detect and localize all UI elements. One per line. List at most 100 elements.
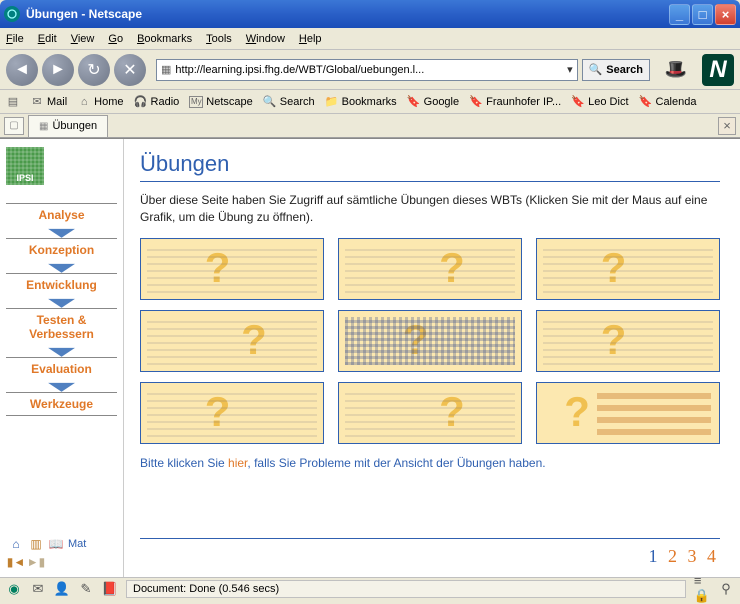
exercise-thumb-2[interactable] bbox=[338, 238, 522, 300]
print-button[interactable]: 🎩 bbox=[664, 58, 688, 82]
folder-icon: 📁 bbox=[325, 96, 339, 108]
divider-bottom bbox=[140, 538, 720, 539]
titlebar: Übungen - Netscape _ □ × bbox=[0, 0, 740, 28]
address-bar[interactable]: ▦ http://learning.ipsi.fhg.de/WBT/Global… bbox=[156, 59, 578, 81]
close-button[interactable]: × bbox=[715, 4, 736, 25]
forward-button[interactable]: ► bbox=[42, 54, 74, 86]
page-link-4[interactable]: 4 bbox=[707, 546, 716, 566]
status-message: Document: Done (0.546 secs) bbox=[126, 580, 686, 598]
page-current: 1 bbox=[649, 546, 658, 566]
my-icon: My bbox=[189, 96, 203, 108]
bm-handle[interactable]: ▤ bbox=[6, 96, 20, 108]
search-icon: 🔍 bbox=[263, 96, 277, 108]
bm-netscape[interactable]: MyNetscape bbox=[189, 96, 252, 108]
menu-edit[interactable]: Edit bbox=[38, 33, 57, 45]
exercise-thumb-8[interactable] bbox=[338, 382, 522, 444]
sidebar-tools: ⌂ ▥ 📖 Mat ▮◄ ►▮ bbox=[8, 537, 86, 569]
bm-leo[interactable]: 🔖Leo Dict bbox=[571, 96, 628, 108]
mail-status-icon[interactable]: ✉ bbox=[30, 581, 46, 597]
exercise-thumb-3[interactable] bbox=[536, 238, 720, 300]
divider bbox=[140, 181, 720, 182]
mail-icon: ✉ bbox=[30, 96, 44, 108]
netscape-status-icon[interactable]: ◉ bbox=[6, 581, 22, 597]
bm-google[interactable]: 🔖Google bbox=[407, 96, 459, 108]
radio-icon: 🎧 bbox=[134, 96, 148, 108]
sidebar-item-testen[interactable]: Testen & Verbessern bbox=[6, 308, 117, 345]
minimize-button[interactable]: _ bbox=[669, 4, 690, 25]
help-link[interactable]: hier bbox=[228, 456, 247, 470]
menu-file[interactable]: File bbox=[6, 33, 24, 45]
help-text: Bitte klicken Sie hier, falls Sie Proble… bbox=[140, 456, 720, 470]
chevron-down-icon: ▾ bbox=[48, 346, 75, 356]
netscape-logo-icon[interactable]: N bbox=[702, 54, 734, 86]
tab-close-button[interactable]: × bbox=[718, 117, 736, 135]
exercise-grid bbox=[140, 238, 720, 444]
search-label: Search bbox=[606, 64, 643, 76]
netscape-small-icon bbox=[4, 6, 20, 22]
exercise-thumb-7[interactable] bbox=[140, 382, 324, 444]
pager: 1 2 3 4 bbox=[649, 546, 717, 567]
tool-mat[interactable]: Mat bbox=[68, 538, 86, 550]
tool-book-icon[interactable]: 📖 bbox=[48, 537, 64, 551]
menu-help[interactable]: Help bbox=[299, 33, 322, 45]
composer-status-icon[interactable]: ✎ bbox=[78, 581, 94, 597]
menu-view[interactable]: View bbox=[71, 33, 95, 45]
chevron-down-icon: ▾ bbox=[48, 297, 75, 307]
exercise-thumb-6[interactable] bbox=[536, 310, 720, 372]
page-link-2[interactable]: 2 bbox=[668, 546, 677, 566]
window-title: Übungen - Netscape bbox=[26, 7, 669, 21]
chevron-down-icon: ▾ bbox=[48, 227, 75, 237]
site-icon: ▦ bbox=[161, 63, 171, 76]
bm-mail[interactable]: ✉Mail bbox=[30, 96, 67, 108]
tool-prev-icon[interactable]: ▮◄ bbox=[8, 555, 24, 569]
reload-button[interactable]: ↻ bbox=[78, 54, 110, 86]
status-bar: ◉ ✉ 👤 ✎ 📕 Document: Done (0.546 secs) ≡🔒… bbox=[0, 577, 740, 599]
buddy-status-icon[interactable]: 👤 bbox=[54, 581, 70, 597]
tab-icon: ▦ bbox=[39, 121, 48, 132]
menu-tools[interactable]: Tools bbox=[206, 33, 232, 45]
exercise-thumb-4[interactable] bbox=[140, 310, 324, 372]
back-button[interactable]: ◄ bbox=[6, 54, 38, 86]
stop-button[interactable]: ✕ bbox=[114, 54, 146, 86]
bm-search[interactable]: 🔍Search bbox=[263, 96, 315, 108]
tab-uebungen[interactable]: ▦ Übungen bbox=[28, 115, 108, 137]
tool-home-icon[interactable]: ⌂ bbox=[8, 537, 24, 551]
exercise-thumb-1[interactable] bbox=[140, 238, 324, 300]
tool-next-icon[interactable]: ►▮ bbox=[28, 555, 44, 569]
bookmark-icon: 🔖 bbox=[469, 96, 483, 108]
search-button[interactable]: 🔍 Search bbox=[582, 59, 650, 81]
nav-toolbar: ◄ ► ↻ ✕ ▦ http://learning.ipsi.fhg.de/WB… bbox=[0, 50, 740, 90]
search-icon: 🔍 bbox=[589, 63, 603, 76]
exercise-thumb-9[interactable] bbox=[536, 382, 720, 444]
chevron-down-icon: ▾ bbox=[48, 262, 75, 272]
addressbook-status-icon[interactable]: 📕 bbox=[102, 581, 118, 597]
bm-radio[interactable]: 🎧Radio bbox=[134, 96, 180, 108]
content-area: IPSI Analyse ▾ Konzeption ▾ Entwicklung … bbox=[0, 138, 740, 577]
new-tab-button[interactable]: ▢ bbox=[4, 117, 24, 135]
menu-go[interactable]: Go bbox=[108, 33, 123, 45]
bm-home[interactable]: ⌂Home bbox=[77, 96, 123, 108]
tool-sitemap-icon[interactable]: ▥ bbox=[28, 537, 44, 551]
page-title: Übungen bbox=[140, 151, 720, 177]
bookmark-icon: 🔖 bbox=[571, 96, 585, 108]
tab-label: Übungen bbox=[52, 120, 97, 132]
chevron-down-icon: ▾ bbox=[48, 381, 75, 391]
bm-calendar[interactable]: 🔖Calenda bbox=[639, 96, 697, 108]
home-icon: ⌂ bbox=[77, 96, 91, 108]
page-link-3[interactable]: 3 bbox=[688, 546, 697, 566]
exercise-thumb-5[interactable] bbox=[338, 310, 522, 372]
connect-icon: ⚲ bbox=[718, 581, 734, 597]
maximize-button[interactable]: □ bbox=[692, 4, 713, 25]
url-text: http://learning.ipsi.fhg.de/WBT/Global/u… bbox=[175, 64, 424, 76]
menu-window[interactable]: Window bbox=[246, 33, 285, 45]
secure-icon: ≡🔒 bbox=[694, 581, 710, 597]
addr-dropdown-icon[interactable]: ▾ bbox=[567, 63, 573, 76]
ipsi-logo[interactable]: IPSI bbox=[6, 147, 44, 185]
tab-bar: ▢ ▦ Übungen × bbox=[0, 114, 740, 138]
bm-bookmarks[interactable]: 📁Bookmarks bbox=[325, 96, 397, 108]
menu-bookmarks[interactable]: Bookmarks bbox=[137, 33, 192, 45]
bookmark-icon: 🔖 bbox=[639, 96, 653, 108]
main-content: Übungen Über diese Seite haben Sie Zugri… bbox=[124, 139, 740, 577]
sidebar-nav: Analyse ▾ Konzeption ▾ Entwicklung ▾ Tes… bbox=[6, 203, 117, 416]
bm-fraunhofer[interactable]: 🔖Fraunhofer IP... bbox=[469, 96, 561, 108]
